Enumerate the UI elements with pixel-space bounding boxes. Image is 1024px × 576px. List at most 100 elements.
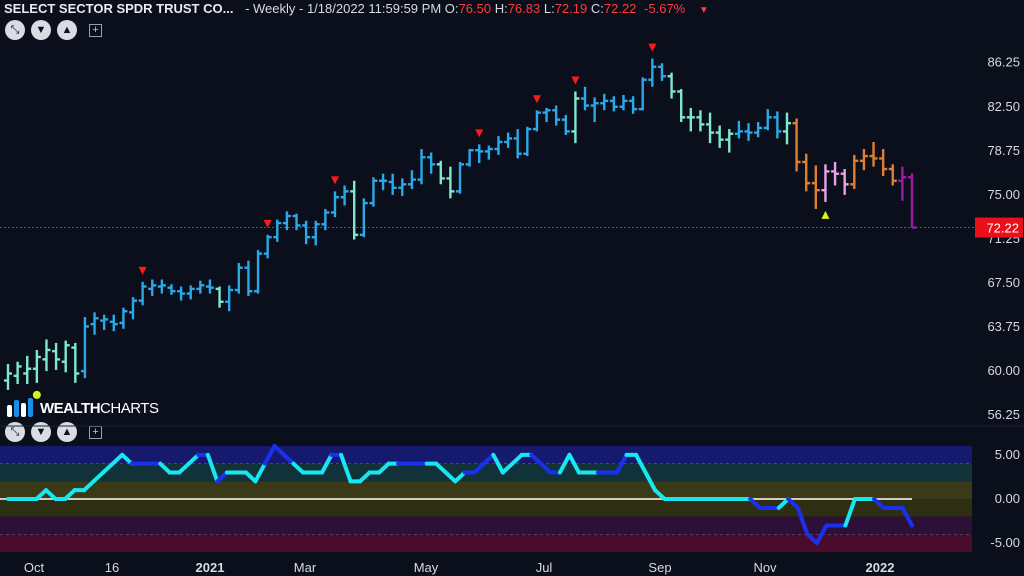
collapse-oscillator-button[interactable]: ⤡ bbox=[5, 422, 25, 442]
ohlc-bar bbox=[523, 126, 532, 157]
oscillator-segment bbox=[339, 452, 353, 484]
logo-text: WEALTHCHARTS bbox=[40, 400, 159, 417]
oscillator-segment bbox=[91, 470, 106, 484]
oscillator-band-2 bbox=[0, 481, 972, 499]
ohlc-bar bbox=[196, 280, 205, 294]
add-oscillator-indicator-button[interactable]: + bbox=[89, 425, 102, 439]
oscillator-segment bbox=[82, 479, 96, 493]
price-axis-tick-7: 60.00 bbox=[987, 363, 1020, 378]
ohlc-bar bbox=[42, 339, 51, 372]
price-axis-tick-6: 63.75 bbox=[987, 319, 1020, 334]
ohlc-bar bbox=[609, 96, 618, 112]
ohlc-bar bbox=[71, 342, 80, 383]
ohlc-bar bbox=[908, 173, 916, 229]
time-axis-tick-4: May bbox=[414, 560, 439, 575]
oscillator-segment bbox=[215, 470, 229, 484]
ohlc-bar bbox=[600, 93, 609, 111]
move-pane-down-button[interactable]: ▼ bbox=[31, 20, 51, 40]
high-signal-marker bbox=[571, 76, 580, 85]
time-axis-tick-6: Sep bbox=[648, 560, 671, 575]
ohlc-bar bbox=[686, 107, 695, 132]
price-chart: 86.25 82.50 78.75 75.00 71.25 67.50 63.75 60.00… bbox=[0, 43, 1024, 575]
ohlc-bar bbox=[427, 152, 436, 174]
ohlc-bar bbox=[359, 198, 368, 238]
ohlc-bar bbox=[859, 149, 868, 171]
ohlc-bar bbox=[398, 178, 407, 197]
time-axis-tick-1: 16 bbox=[105, 560, 119, 575]
oscillator-segment bbox=[529, 452, 543, 466]
ohlc-bar bbox=[407, 170, 416, 189]
ohlc-bar bbox=[706, 112, 715, 144]
ohlc-bar bbox=[879, 149, 888, 177]
last-price-label: 72.22 bbox=[986, 221, 1019, 236]
ohlc-bar bbox=[311, 220, 320, 246]
ohlc-bar bbox=[475, 144, 484, 164]
oscillator-segment bbox=[843, 497, 857, 528]
ohlc-bar bbox=[369, 177, 378, 207]
ohlc-bar bbox=[763, 109, 772, 131]
ohlc-bar bbox=[648, 58, 657, 87]
ohlc-bar bbox=[590, 97, 599, 123]
ohlc-bar bbox=[177, 286, 186, 301]
oscillator-axis-tick-0: 5.00 bbox=[995, 447, 1020, 462]
ohlc-bar bbox=[263, 234, 272, 259]
move-pane-up-button[interactable]: ▲ bbox=[57, 20, 77, 40]
oscillator-segment bbox=[281, 452, 296, 466]
oscillator-segment bbox=[557, 452, 572, 475]
ohlc-bar bbox=[32, 349, 41, 383]
ohlc-bar bbox=[379, 173, 388, 191]
ohlc-bar bbox=[23, 355, 32, 385]
axis-labels: 86.25 82.50 78.75 75.00 71.25 67.50 63.75 60.00… bbox=[24, 55, 1023, 575]
low-value: 72.19 bbox=[554, 1, 588, 16]
ohlc-bar bbox=[244, 260, 253, 296]
ohlc-bar bbox=[629, 96, 638, 114]
oscillator-segment bbox=[186, 452, 201, 466]
low-label: L: bbox=[543, 1, 555, 16]
ohlc-bar bbox=[465, 149, 474, 167]
oscillator-segment bbox=[538, 461, 553, 475]
ohlc-bar bbox=[571, 91, 580, 144]
oscillator-segment bbox=[500, 461, 515, 475]
oscillator-segment bbox=[291, 461, 305, 475]
ohlc-bar bbox=[638, 77, 647, 111]
oscillator-band-4 bbox=[0, 516, 972, 535]
oscillator-band-0 bbox=[0, 446, 972, 464]
open-label: O: bbox=[444, 1, 459, 16]
ohlc-bar bbox=[273, 219, 282, 242]
ohlc-bars bbox=[4, 58, 916, 390]
ohlc-bar bbox=[869, 142, 878, 167]
ohlc-bar bbox=[821, 164, 830, 202]
high-signal-marker bbox=[648, 43, 657, 52]
ohlc-bar bbox=[234, 263, 243, 294]
chart-window: SELECT SECTOR SPDR TRUST CO... - Weekly … bbox=[0, 0, 1024, 576]
oscillator-segment bbox=[453, 470, 467, 484]
ohlc-bar bbox=[292, 213, 301, 231]
ohlc-bar bbox=[532, 110, 541, 132]
move-oscillator-up-button[interactable]: ▲ bbox=[57, 422, 77, 442]
high-value: 76.83 bbox=[507, 1, 541, 16]
ohlc-bar bbox=[715, 125, 724, 148]
ohlc-bar bbox=[552, 105, 561, 126]
oscillator-segment bbox=[567, 452, 581, 475]
ohlc-bar bbox=[129, 297, 138, 320]
ohlc-bar bbox=[811, 165, 820, 209]
time-axis-tick-3: Mar bbox=[294, 560, 317, 575]
oscillator-segment bbox=[272, 444, 286, 457]
high-signal-marker bbox=[475, 129, 484, 138]
move-oscillator-down-button[interactable]: ▼ bbox=[31, 422, 51, 442]
oscillator-axis-tick-2: -5.00 bbox=[990, 535, 1020, 550]
high-signal-marker bbox=[532, 95, 541, 104]
collapse-pane-button[interactable]: ⤡ bbox=[5, 20, 25, 40]
ohlc-bar bbox=[321, 208, 330, 231]
oscillator-segment bbox=[795, 505, 810, 537]
ohlc-bar bbox=[109, 314, 118, 332]
ohlc-bar bbox=[52, 342, 61, 370]
add-indicator-button[interactable]: + bbox=[89, 23, 102, 37]
ohlc-bar bbox=[254, 250, 263, 294]
ohlc-bar bbox=[148, 279, 157, 296]
ohlc-bar bbox=[581, 86, 590, 111]
ohlc-bar bbox=[667, 72, 676, 99]
ohlc-bar bbox=[340, 185, 349, 206]
ohlc-bar bbox=[792, 118, 801, 172]
ohlc-header: SELECT SECTOR SPDR TRUST CO... - Weekly … bbox=[4, 1, 709, 19]
